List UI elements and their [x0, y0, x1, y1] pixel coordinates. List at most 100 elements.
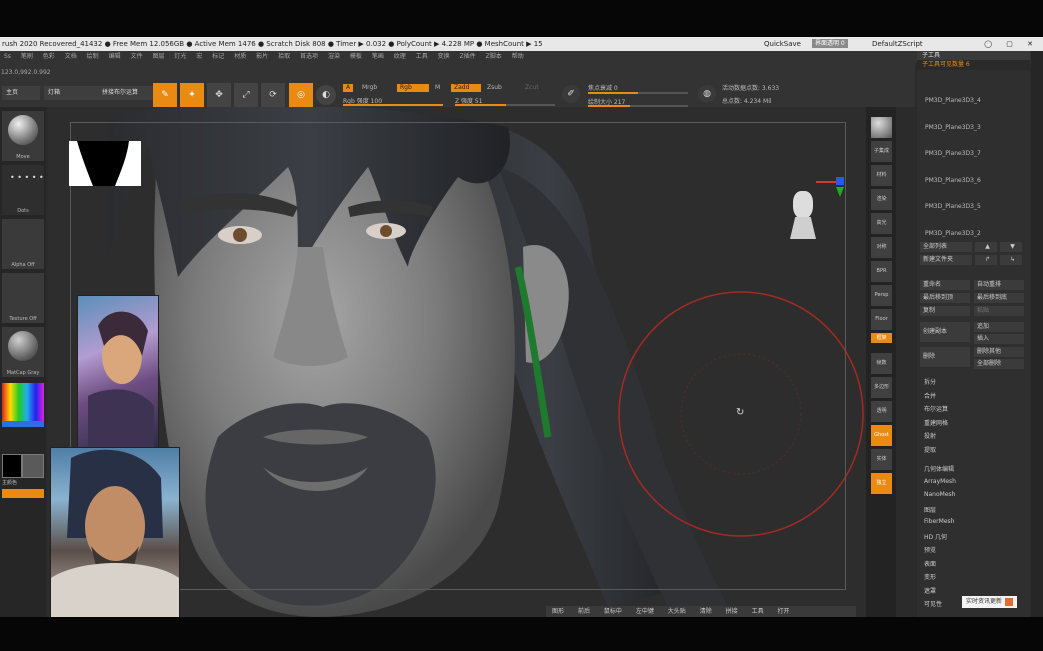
bottom-shelf-item[interactable]: 鼠标中 — [604, 608, 622, 615]
main-color-swatch[interactable] — [2, 454, 22, 478]
bottom-shelf-item[interactable]: 清除 — [700, 608, 712, 615]
subtool-item[interactable]: PM3D_Plane3D3_6 — [925, 177, 1025, 184]
menu-item[interactable]: 变换 — [438, 53, 450, 60]
bottom-shelf-item[interactable]: 图形 — [552, 608, 564, 615]
script-label[interactable]: DefaultZScript — [872, 37, 923, 51]
insert-button[interactable]: 插入 — [974, 334, 1024, 344]
tool-group-item[interactable]: NanoMesh — [924, 491, 955, 498]
tool-group-item[interactable]: HD 几何 — [924, 532, 947, 541]
draw-mode-button[interactable]: ✦ — [180, 83, 204, 107]
menu-item[interactable]: 影片 — [256, 53, 268, 60]
paste-button[interactable]: 粘贴 — [974, 306, 1024, 316]
right-shelf-button[interactable]: Persp — [871, 285, 892, 306]
switch-color-button[interactable] — [2, 489, 44, 498]
right-shelf-button[interactable]: 高光 — [871, 213, 892, 234]
subpalette-item[interactable]: 合并 — [924, 391, 936, 400]
material-sphere-button[interactable]: ◐ — [316, 85, 336, 105]
a-toggle[interactable]: A — [343, 84, 354, 92]
bottom-shelf-item[interactable]: 工具 — [752, 608, 764, 615]
subtool-item[interactable]: PM3D_Plane3D3_7 — [925, 150, 1025, 157]
mrgb-toggle[interactable]: Mrgb — [362, 84, 377, 91]
tool-group-item[interactable]: 遮罩 — [924, 586, 936, 595]
all-list-button[interactable]: 全部列表 — [920, 242, 972, 252]
zcut-toggle[interactable]: Zcut — [525, 84, 539, 91]
focal-shift-button[interactable]: ✐ — [562, 85, 580, 103]
menu-item[interactable]: Z脚本 — [486, 53, 502, 60]
menu-item[interactable]: 文件 — [131, 53, 143, 60]
copy-button[interactable]: 复制 — [920, 306, 970, 316]
brush-move-button[interactable]: Move — [2, 111, 44, 161]
rgb-toggle[interactable]: Rgb — [397, 84, 429, 92]
tool-group-item[interactable]: FiberMesh — [924, 518, 954, 525]
tool-group-item[interactable]: 几何体编辑 — [924, 464, 954, 473]
stroke-dots-button[interactable]: • • • • • Dots — [2, 165, 44, 215]
bottom-shelf-item[interactable]: 大头贴 — [668, 608, 686, 615]
delete-button[interactable]: 删除 — [920, 347, 970, 367]
color-picker-value[interactable] — [2, 421, 44, 427]
tool-group-item[interactable]: 图层 — [924, 505, 936, 514]
m-toggle[interactable]: M — [435, 84, 440, 91]
tool-group-item[interactable]: 变形 — [924, 572, 936, 581]
auto-reorder-button[interactable]: 自动重排 — [974, 280, 1024, 290]
move-bottom-button[interactable]: 最后移到底 — [974, 293, 1024, 303]
axis-gizmo[interactable] — [816, 177, 846, 207]
edit-mode-button[interactable]: ✎ — [153, 83, 177, 107]
tool-group-item[interactable]: 预览 — [924, 545, 936, 554]
move-mode-button[interactable]: ✥ — [207, 83, 231, 107]
subtool-item[interactable]: PM3D_Plane3D3_2 — [925, 230, 1025, 237]
tool-group-item[interactable]: 可见性 — [924, 599, 942, 608]
menu-item[interactable]: Z插件 — [460, 53, 476, 60]
move-down-button[interactable]: ↳ — [1000, 255, 1022, 265]
menu-item[interactable]: 帮助 — [512, 53, 524, 60]
subpalette-item[interactable]: 拆分 — [924, 377, 936, 386]
arrow-down-button[interactable]: ▼ — [1000, 242, 1022, 252]
move-up-button[interactable]: ↱ — [975, 255, 997, 265]
right-shelf-button[interactable]: 子集成 — [871, 141, 892, 162]
menu-item[interactable]: 纹理 — [394, 53, 406, 60]
dynamic-button[interactable]: ◍ — [698, 85, 716, 103]
menu-item[interactable]: 文档 — [65, 53, 77, 60]
tool-group-item[interactable]: ArrayMesh — [924, 478, 956, 485]
zadd-toggle[interactable]: Zadd — [451, 84, 481, 92]
subpalette-item[interactable]: 投射 — [924, 431, 936, 440]
subpalette-item[interactable]: 布尔运算 — [924, 404, 948, 413]
append-button[interactable]: 追加 — [974, 322, 1024, 332]
tool-group-item[interactable]: 表面 — [924, 559, 936, 568]
scale-mode-button[interactable]: ⤢ — [234, 83, 258, 107]
material-button[interactable]: MatCap Gray — [2, 327, 44, 377]
right-shelf-button[interactable]: 材料 — [871, 165, 892, 186]
secondary-color-swatch[interactable] — [22, 454, 44, 478]
arrow-up-button[interactable]: ▲ — [975, 242, 997, 252]
tab-boolean[interactable]: 拼接布尔运算 — [98, 86, 154, 100]
menu-item[interactable]: 色彩 — [43, 53, 55, 60]
bottom-shelf-item[interactable]: 打开 — [778, 608, 790, 615]
menu-item[interactable]: 模板 — [350, 53, 362, 60]
alpha-button[interactable]: Alpha Off — [2, 219, 44, 269]
right-shelf-button[interactable]: 对称 — [871, 237, 892, 258]
navigator-thumbnail[interactable] — [69, 141, 141, 186]
menu-item[interactable]: 材质 — [234, 53, 246, 60]
menu-item[interactable]: 宏 — [196, 53, 202, 60]
duplicate-button[interactable]: 创建副本 — [920, 322, 970, 342]
menu-item[interactable]: 拾取 — [278, 53, 290, 60]
subtool-item[interactable]: PM3D_Plane3D3_3 — [925, 124, 1025, 131]
right-shelf-button[interactable]: 独立 — [871, 473, 892, 494]
navigation-head-gizmo[interactable] — [790, 191, 816, 247]
menu-item[interactable]: Ss — [4, 53, 11, 60]
quicksave-button[interactable]: QuickSave — [764, 37, 801, 51]
right-scrollbar[interactable] — [1031, 51, 1043, 617]
new-folder-button[interactable]: 新建文件夹 — [920, 255, 972, 265]
tab-home[interactable]: 主页 — [2, 86, 40, 100]
transparency-slider[interactable]: 界面透明 0 — [812, 39, 848, 48]
menu-item[interactable]: 图层 — [152, 53, 164, 60]
right-shelf-button[interactable]: 渲染 — [871, 189, 892, 210]
menu-item[interactable]: 工具 — [416, 53, 428, 60]
bottom-shelf-item[interactable]: 前后 — [578, 608, 590, 615]
rotate-mode-button[interactable]: ⟳ — [261, 83, 285, 107]
gizmo-button[interactable]: ◎ — [289, 83, 313, 107]
menu-item[interactable]: 灯光 — [174, 53, 186, 60]
menu-item[interactable]: 标记 — [212, 53, 224, 60]
subtool-panel-header[interactable]: 子工具 — [917, 51, 1030, 60]
subpalette-item[interactable]: 重建网格 — [924, 418, 948, 427]
subtool-item[interactable]: PM3D_Plane3D3_5 — [925, 203, 1025, 210]
